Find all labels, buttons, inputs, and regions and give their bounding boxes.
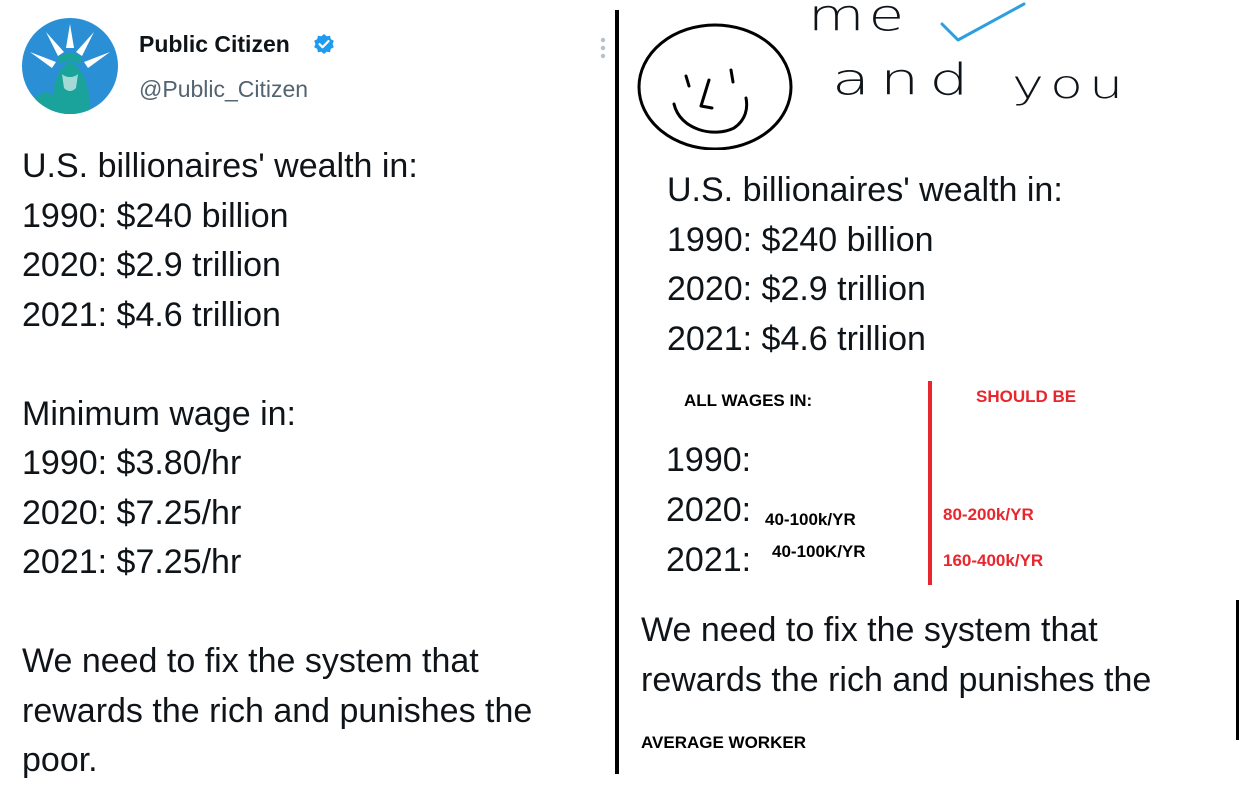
should-be-label: SHOULD BE: [976, 387, 1077, 406]
tweet-line: 2020: $2.9 trillion: [22, 246, 281, 284]
tweet-line: 1990: $240 billion: [22, 196, 289, 235]
meme-line: 2021: $4.6 trillion: [667, 319, 926, 358]
avatar[interactable]: [22, 18, 118, 114]
panel-divider: [615, 10, 619, 774]
current-wage-2021: 40-100K/YR: [772, 542, 866, 561]
year-label: 1990:: [666, 441, 752, 479]
year-label: 2021:: [666, 541, 752, 579]
checkmark-icon: [940, 2, 1026, 42]
tweet-line: poor.: [22, 741, 98, 779]
tweet-line: U.S. billionaires' wealth in:: [22, 147, 418, 185]
tweet-line: 2021: $4.6 trillion: [22, 295, 281, 334]
author-name[interactable]: Public Citizen: [139, 31, 290, 58]
tweet-line: Minimum wage in:: [22, 394, 296, 433]
red-separator-line: [928, 381, 932, 585]
year-label: 2020:: [666, 491, 752, 529]
all-wages-label: ALL WAGES IN:: [684, 391, 813, 410]
average-worker-label: AVERAGE WORKER: [641, 733, 806, 752]
tweet-closing: We need to fix the system that rewards t…: [22, 637, 532, 786]
meme-wealth-text: U.S. billionaires' wealth in: 1990: $240…: [667, 166, 1063, 364]
right-edge-line: [1236, 600, 1239, 740]
statue-of-liberty-logo: [22, 18, 118, 114]
author-handle[interactable]: @Public_Citizen: [139, 76, 308, 103]
handwritten-and: and: [832, 54, 979, 106]
should-be-wage-2021: 160-400k/YR: [943, 551, 1044, 570]
meme-closing: We need to fix the system that rewards t…: [641, 606, 1151, 705]
vertical-ellipsis-icon[interactable]: [598, 36, 608, 60]
tweet-line: 1990: $3.80/hr: [22, 444, 242, 482]
tweet-body: U.S. billionaires' wealth in: 1990: $240…: [22, 142, 418, 588]
meme-line: 2020: $2.9 trillion: [667, 270, 926, 308]
handwritten-you: you: [1012, 62, 1130, 108]
tweet-line: 2020: $7.25/hr: [22, 493, 242, 532]
tweet-line: 2021: $7.25/hr: [22, 543, 242, 581]
handwritten-me: me: [808, 0, 909, 41]
verified-badge-icon: [313, 33, 335, 55]
current-wage-2020: 40-100k/YR: [765, 510, 856, 529]
tweet-line: rewards the rich and punishes the: [22, 691, 533, 730]
meme-line: rewards the rich and punishes the: [641, 660, 1152, 699]
tweet-line: We need to fix the system that: [22, 642, 479, 680]
handwritten-caption: me and you: [800, 0, 1130, 140]
meme-line: 1990: $240 billion: [667, 220, 934, 259]
meme-line: We need to fix the system that: [641, 611, 1098, 649]
should-be-wage-2020: 80-200k/YR: [943, 505, 1034, 524]
meme-line: U.S. billionaires' wealth in:: [667, 171, 1063, 209]
smiley-face-drawing: [637, 23, 793, 150]
